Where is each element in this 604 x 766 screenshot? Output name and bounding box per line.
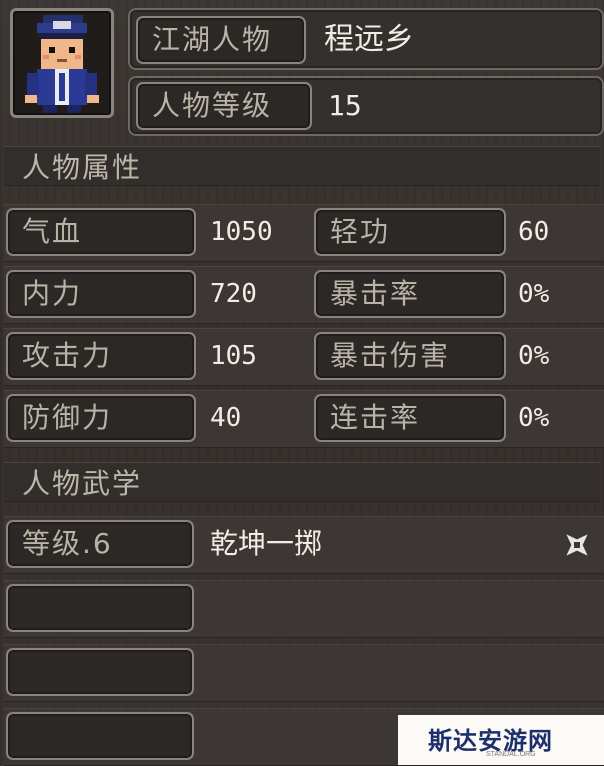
- skill-level-label-empty: [6, 648, 194, 696]
- defense-value: 40: [210, 403, 242, 433]
- agility-value: 60: [518, 217, 550, 247]
- attack-value: 105: [210, 341, 257, 371]
- attributes-section-title: 人物属性: [4, 146, 600, 186]
- level-label: 人物等级: [136, 82, 312, 130]
- skill-name: 乾坤一掷: [210, 527, 323, 560]
- shuriken-icon: [566, 534, 588, 556]
- crit-damage-value: 0%: [518, 341, 550, 371]
- martial-section-title: 人物武学: [4, 462, 600, 502]
- agility-label: 轻功: [314, 208, 506, 256]
- watermark: 斯达安游网 STANDAL.ORG: [398, 715, 604, 765]
- character-name: 程远乡: [324, 22, 414, 57]
- character-level: 15: [328, 89, 362, 122]
- combo-rate-value: 0%: [518, 403, 550, 433]
- character-portrait-icon: [25, 15, 99, 113]
- character-avatar: [10, 8, 114, 118]
- hp-label: 气血: [6, 208, 196, 256]
- defense-label: 防御力: [6, 394, 196, 442]
- attack-label: 攻击力: [6, 332, 196, 380]
- mp-value: 720: [210, 279, 257, 309]
- combo-rate-label: 连击率: [314, 394, 506, 442]
- skill-level-label: 等级.6: [6, 520, 194, 568]
- name-label: 江湖人物: [136, 16, 306, 64]
- skill-level-label-empty: [6, 584, 194, 632]
- mp-label: 内力: [6, 270, 196, 318]
- hp-value: 1050: [210, 217, 273, 247]
- crit-damage-label: 暴击伤害: [314, 332, 506, 380]
- crit-rate-value: 0%: [518, 279, 550, 309]
- watermark-subtext: STANDAL.ORG: [486, 751, 536, 758]
- skill-level-label-empty: [6, 712, 194, 760]
- crit-rate-label: 暴击率: [314, 270, 506, 318]
